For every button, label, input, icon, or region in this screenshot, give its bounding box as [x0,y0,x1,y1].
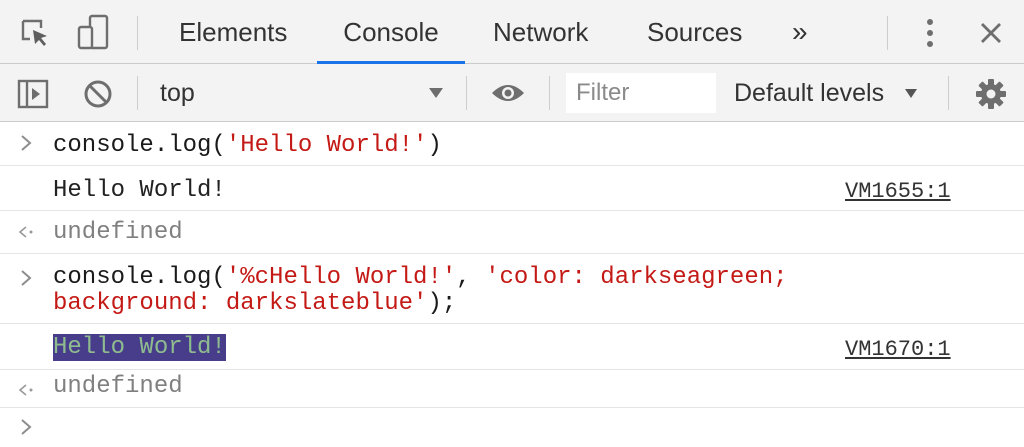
more-tabs-chevron-icon[interactable]: » [792,0,808,64]
code-end: ); [427,290,457,317]
console-prompt-input[interactable] [0,408,1024,447]
source-link[interactable]: VM1655:1 [845,176,951,207]
console-messages: console.log('Hello World!') Hello World!… [0,122,1024,447]
log-levels-dropdown[interactable]: Default levels [734,64,884,122]
code-string: background: darkslateblue' [53,290,428,317]
code-separator: , [456,264,486,291]
input-prompt-icon [14,131,38,162]
tab-bar-divider [137,16,138,50]
clear-console-icon[interactable] [82,78,114,110]
settings-gear-icon[interactable] [974,77,1008,111]
code-end: ) [427,132,442,159]
eye-icon[interactable] [489,78,527,108]
console-input-row: console.log('Hello World!') [0,122,1024,166]
code-function: console.log( [53,132,226,159]
console-result-row: undefined [0,370,1024,408]
result-value: undefined [53,219,183,246]
toolbar-divider-2 [466,76,467,110]
console-toolbar: top Default levels [0,64,1024,122]
tab-bar-divider-right [887,16,888,50]
code-function: console.log( [53,264,226,291]
toolbar-divider-3 [549,76,550,110]
tab-network[interactable]: Network [493,0,588,64]
tab-sources[interactable]: Sources [647,0,742,64]
source-link[interactable]: VM1670:1 [845,334,951,365]
console-input-row: console.log('%cHello World!', 'color: da… [0,254,1024,324]
code-string: '%cHello World!' [225,264,457,291]
code-string: 'Hello World!' [225,132,428,159]
toolbar-divider [137,76,138,110]
result-value: undefined [53,373,183,400]
sidebar-toggle-icon[interactable] [16,78,50,110]
close-icon[interactable] [975,17,1007,49]
styled-log-message: Hello World! [53,332,226,363]
console-result-row: undefined [0,211,1024,254]
input-prompt-icon [20,418,32,441]
input-code: console.log('Hello World!') [53,130,442,161]
styled-log-text: Hello World! [53,334,226,361]
toolbar-divider-4 [948,76,949,110]
tab-elements[interactable]: Elements [179,0,287,64]
console-log-row: Hello World! VM1670:1 [0,324,1024,370]
result-arrow-icon [14,220,38,251]
log-levels-label: Default levels [734,79,885,107]
inspect-element-icon[interactable] [18,16,52,50]
input-prompt-icon [14,266,38,297]
result-arrow-icon [14,378,38,409]
code-string: 'color: darkseagreen; [485,264,788,291]
kebab-menu-icon[interactable] [915,16,945,50]
dropdown-arrow-icon[interactable] [427,84,445,102]
tab-console[interactable]: Console [317,0,465,64]
console-log-row: Hello World! VM1655:1 [0,166,1024,211]
filter-input[interactable] [566,73,716,113]
input-code-line-2: background: darkslateblue'); [53,288,456,319]
log-message: Hello World! [53,177,226,204]
context-selector[interactable]: top [160,64,195,122]
log-levels-arrow-icon[interactable] [903,86,919,100]
devtools-tab-bar: Elements Console Network Sources » [0,0,1024,64]
device-toolbar-icon[interactable] [75,13,111,51]
